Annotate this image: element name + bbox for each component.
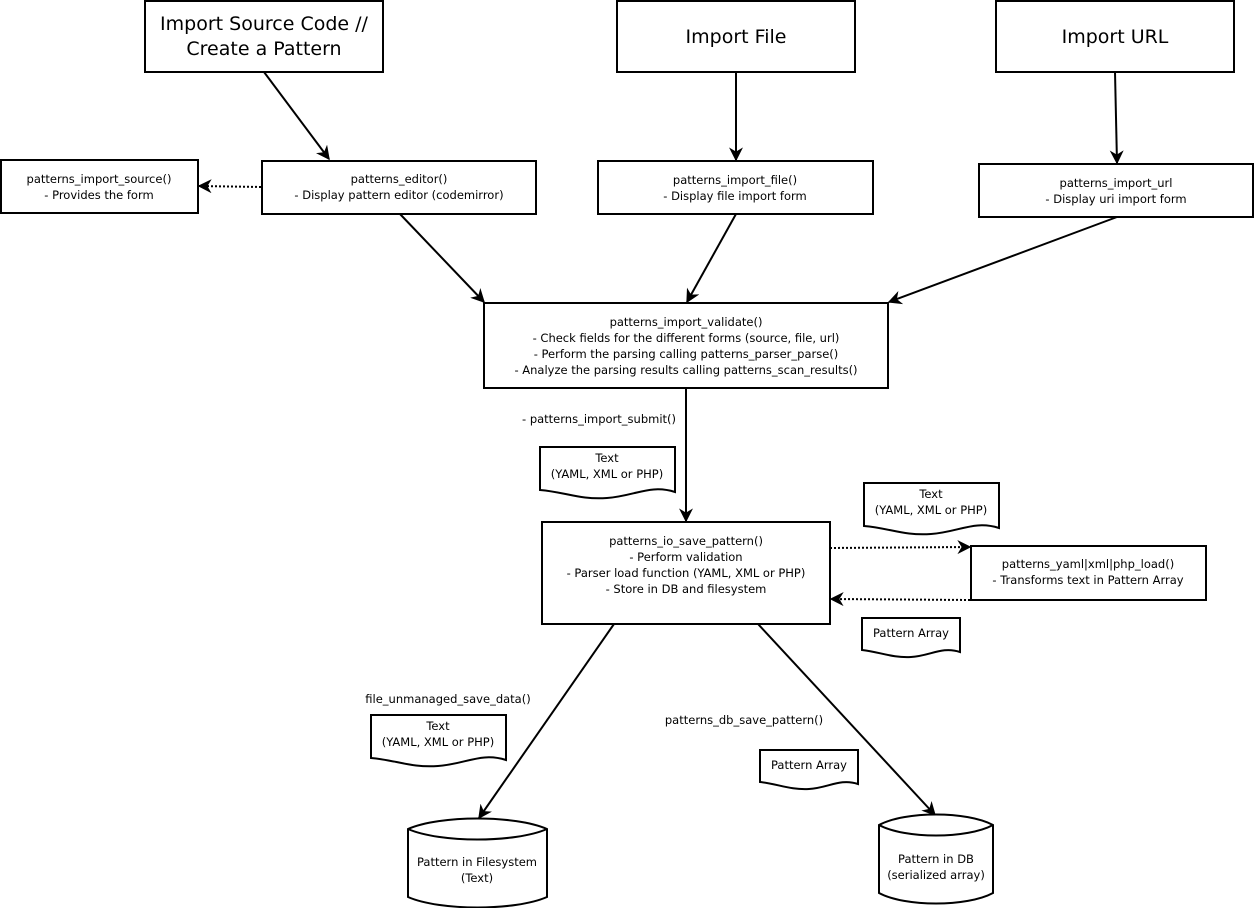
node-label: - Check fields for the different forms (… bbox=[533, 331, 840, 345]
node-label: patterns_import_source() bbox=[27, 172, 172, 186]
patterns-io-save-pattern-node: patterns_io_save_pattern() - Perform val… bbox=[541, 521, 831, 625]
import-file-node: Import File bbox=[616, 0, 856, 73]
edge-import-file-to-validate bbox=[686, 213, 737, 304]
edge-label-file-save: file_unmanaged_save_data() bbox=[365, 692, 530, 706]
patterns-import-file-node: patterns_import_file() - Display file im… bbox=[597, 160, 874, 215]
edge-load-to-save bbox=[829, 592, 971, 607]
node-label: (serialized array) bbox=[887, 868, 985, 882]
node-label: - Transforms text in Pattern Array bbox=[992, 573, 1183, 587]
node-label: - Display pattern editor (codemirror) bbox=[294, 188, 503, 202]
filesystem-storage-node: Pattern in Filesystem (Text) bbox=[407, 817, 548, 908]
patterns-import-url-node: patterns_import_url - Display uri import… bbox=[978, 163, 1254, 218]
edge-save-to-load bbox=[829, 540, 972, 555]
node-label: patterns_import_url bbox=[1060, 176, 1173, 190]
import-source-node: Import Source Code // Create a Pattern bbox=[144, 0, 384, 73]
node-label: (Text) bbox=[461, 871, 493, 885]
edge-import-url-to-validate bbox=[887, 216, 1118, 305]
node-label: - Parser load function (YAML, XML or PHP… bbox=[567, 566, 806, 580]
document-label: Pattern Array bbox=[771, 758, 847, 772]
edge-label-submit: - patterns_import_submit() bbox=[522, 412, 676, 426]
patterns-load-node: patterns_yaml|xml|php_load() - Transform… bbox=[970, 545, 1207, 601]
document-array-db: Pattern Array bbox=[759, 749, 859, 791]
edge-editor-to-validate bbox=[399, 213, 485, 304]
document-label: Text bbox=[425, 719, 450, 733]
node-label: Create a Pattern bbox=[186, 38, 341, 60]
document-label: (YAML, XML or PHP) bbox=[551, 467, 663, 481]
node-label: Pattern in Filesystem bbox=[417, 855, 537, 869]
node-label: Import URL bbox=[1062, 26, 1169, 48]
import-url-node: Import URL bbox=[995, 0, 1235, 73]
document-label: Pattern Array bbox=[873, 626, 949, 640]
document-label: (YAML, XML or PHP) bbox=[382, 735, 494, 749]
document-text-load: Text (YAML, XML or PHP) bbox=[863, 482, 1000, 536]
node-label: patterns_io_save_pattern() bbox=[609, 534, 763, 548]
node-label: - Store in DB and filesystem bbox=[606, 582, 767, 596]
node-label: - Display uri import form bbox=[1045, 192, 1186, 206]
node-label: - Perform validation bbox=[629, 550, 742, 564]
flow-diagram: Import Source Code // Create a Pattern I… bbox=[0, 0, 1254, 908]
document-label: (YAML, XML or PHP) bbox=[875, 503, 987, 517]
patterns-import-validate-node: patterns_import_validate() - Check field… bbox=[483, 302, 889, 389]
node-label: Pattern in DB bbox=[898, 852, 974, 866]
node-label: - Provides the form bbox=[44, 188, 153, 202]
edge-label-db-save: patterns_db_save_pattern() bbox=[665, 713, 823, 727]
node-label: patterns_import_validate() bbox=[610, 315, 763, 329]
document-label: Text bbox=[918, 487, 943, 501]
node-label: patterns_editor() bbox=[351, 172, 448, 186]
node-label: - Display file import form bbox=[663, 189, 806, 203]
document-label: Text bbox=[594, 451, 619, 465]
edge-editor-to-import-source bbox=[197, 179, 262, 194]
node-label: - Perform the parsing calling patterns_p… bbox=[534, 347, 839, 361]
node-label: Import File bbox=[686, 26, 787, 48]
edge-source-to-editor bbox=[263, 71, 330, 161]
node-label: Import Source Code // bbox=[160, 13, 368, 35]
document-text-fs: Text (YAML, XML or PHP) bbox=[370, 714, 507, 768]
patterns-import-source-node: patterns_import_source() - Provides the … bbox=[0, 159, 199, 214]
db-storage-node: Pattern in DB (serialized array) bbox=[878, 813, 994, 905]
node-label: patterns_yaml|xml|php_load() bbox=[1002, 557, 1174, 571]
document-array-load: Pattern Array bbox=[861, 617, 961, 659]
document-text-submit: Text (YAML, XML or PHP) bbox=[539, 446, 676, 500]
node-label: patterns_import_file() bbox=[673, 173, 797, 187]
edge-url-to-import-url bbox=[1109, 71, 1124, 165]
patterns-editor-node: patterns_editor() - Display pattern edit… bbox=[261, 160, 537, 215]
node-label: - Analyze the parsing results calling pa… bbox=[514, 363, 857, 377]
